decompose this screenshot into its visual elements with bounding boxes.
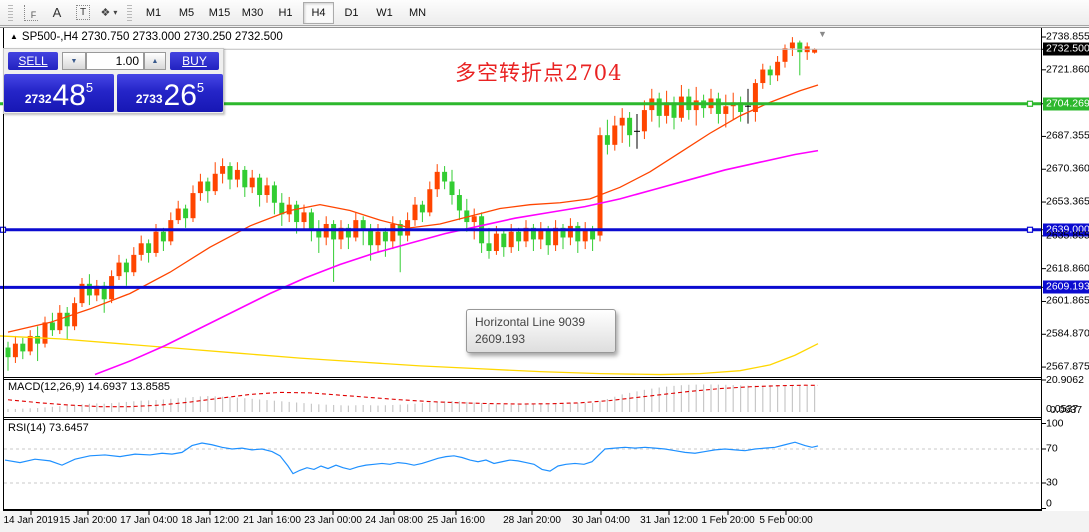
sell-price-big: 48 — [52, 79, 86, 112]
arrows-icon[interactable]: ❖ ▾ — [97, 3, 121, 23]
timeframe-h4[interactable]: H4 — [303, 1, 334, 24]
timeframe-m5[interactable]: M5 — [171, 2, 202, 24]
price-axis-label: 2584.870 — [1046, 327, 1089, 340]
macd-axis-top-label: 20.9062 — [1046, 374, 1084, 386]
chart-title-text: SP500-,H4 2730.750 2733.000 2730.250 273… — [21, 31, 283, 43]
time-axis-label: 1 Feb 20:00 — [701, 515, 755, 526]
one-click-trading-panel: SELL ▼ 1.00 ▲ BUY 2732 48 5 2733 26 5 — [3, 48, 224, 114]
rsi-label: RSI(14) 73.6457 — [8, 422, 89, 434]
price-axis-label: 2635.855 — [1046, 229, 1089, 242]
price-axis-label: 2601.865 — [1046, 294, 1089, 307]
pane-border-bottom — [3, 509, 1042, 511]
pane-border-right — [1041, 28, 1042, 511]
time-axis-label: 31 Jan 12:00 — [640, 515, 698, 526]
timeframe-m15[interactable]: M15 — [204, 2, 235, 24]
timeframe-d1[interactable]: D1 — [336, 2, 367, 24]
timeframe-m1[interactable]: M1 — [138, 2, 169, 24]
pane-separator[interactable] — [3, 379, 1042, 380]
text-icon[interactable]: A — [45, 3, 69, 23]
time-axis-label: 17 Jan 04:00 — [120, 515, 178, 526]
buy-quote[interactable]: 2733 26 5 — [117, 74, 223, 112]
price-axis-label: 2653.365 — [1046, 195, 1089, 208]
time-axis-label: 30 Jan 04:00 — [572, 515, 630, 526]
time-axis-label: 24 Jan 08:00 — [365, 515, 423, 526]
time-axis-label: 23 Jan 00:00 — [304, 515, 362, 526]
rsi-axis-label: 0 — [1046, 497, 1052, 510]
text-glyph: A — [52, 5, 62, 20]
sell-quote[interactable]: 2732 48 5 — [4, 74, 114, 112]
time-axis-label: 28 Jan 20:00 — [503, 515, 561, 526]
timeframe-m30[interactable]: M30 — [237, 2, 268, 24]
toolbar-grip[interactable] — [8, 4, 13, 21]
volume-field[interactable]: 1.00 — [86, 52, 144, 70]
pane-separator[interactable] — [3, 419, 1042, 420]
time-axis-label: 5 Feb 00:00 — [759, 515, 813, 526]
time-axis-label: 18 Jan 12:00 — [181, 515, 239, 526]
pane-separator[interactable] — [3, 377, 1042, 378]
timeframe-buttons: M1 M5 M15 M30 H1 H4 D1 W1 MN — [137, 1, 434, 24]
price-axis-label: 2609.193 — [1043, 280, 1089, 294]
time-axis-label: 25 Jan 16:00 — [427, 515, 485, 526]
price-axis-label: 2670.360 — [1046, 162, 1089, 175]
rsi-axis-label: 70 — [1046, 442, 1058, 455]
collapse-triangle-icon[interactable]: ▲ — [10, 32, 18, 41]
tooltip-line1: Horizontal Line 9039 — [475, 315, 586, 329]
timeframe-h1[interactable]: H1 — [270, 2, 301, 24]
macd-label: MACD(12,26,9) 14.6937 13.8585 — [8, 381, 171, 393]
time-axis-label: 15 Jan 20:00 — [59, 515, 117, 526]
label-glyph: T — [75, 5, 91, 20]
timeframe-mn[interactable]: MN — [402, 2, 433, 24]
time-axis-label: 21 Jan 16:00 — [243, 515, 301, 526]
buy-price-prefix: 2733 — [135, 92, 163, 106]
sell-button[interactable]: SELL — [8, 52, 58, 70]
macd-axis-bottom-label: 0.0537 — [1046, 403, 1079, 415]
fibonacci-glyph: F — [23, 4, 39, 21]
buy-price-big: 26 — [163, 79, 197, 112]
chevron-down-icon: ▾ — [113, 8, 118, 17]
price-axis-label: 2704.269 — [1043, 97, 1089, 111]
price-axis-label: 2567.875 — [1046, 360, 1089, 373]
chart-shift-marker-icon[interactable]: ▼ — [818, 29, 827, 39]
price-axis-label: 2618.860 — [1046, 262, 1089, 275]
rsi-axis-label: 100 — [1046, 417, 1064, 429]
arrows-glyph: ❖ — [100, 7, 111, 19]
pane-separator[interactable] — [3, 417, 1042, 418]
horizontal-line-tooltip: Horizontal Line 9039 2609.193 — [466, 309, 616, 353]
price-axis-label: 2738.855 — [1046, 30, 1089, 43]
window-divider — [0, 27, 1089, 28]
price-axis-label: 2687.355 — [1046, 129, 1089, 142]
volume-decrease-button[interactable]: ▼ — [62, 52, 86, 70]
tooltip-line2: 2609.193 — [475, 332, 526, 346]
sell-price-prefix: 2732 — [24, 92, 52, 106]
timeframe-w1[interactable]: W1 — [369, 2, 400, 24]
buy-button[interactable]: BUY — [170, 52, 219, 70]
volume-increase-button[interactable]: ▲ — [144, 52, 166, 70]
toolbar-grip[interactable] — [127, 4, 132, 21]
price-axis-label: 2732.500 — [1043, 42, 1089, 56]
chart-annotation-text[interactable]: 多空转折点2704 — [455, 57, 622, 87]
toolbar: F A T ❖ ▾ M1 M5 M15 M30 H1 H4 D1 W1 MN — [0, 0, 1089, 26]
label-icon[interactable]: T — [71, 3, 95, 23]
fibonacci-icon[interactable]: F — [19, 3, 43, 23]
price-axis-label: 2721.860 — [1046, 63, 1089, 76]
buy-price-sup: 5 — [196, 80, 205, 95]
sell-price-sup: 5 — [85, 80, 94, 95]
chart-title: ▲ SP500-,H4 2730.750 2733.000 2730.250 27… — [10, 31, 283, 43]
time-axis-label: 14 Jan 2019 — [3, 515, 59, 526]
rsi-axis-label: 30 — [1046, 476, 1058, 489]
